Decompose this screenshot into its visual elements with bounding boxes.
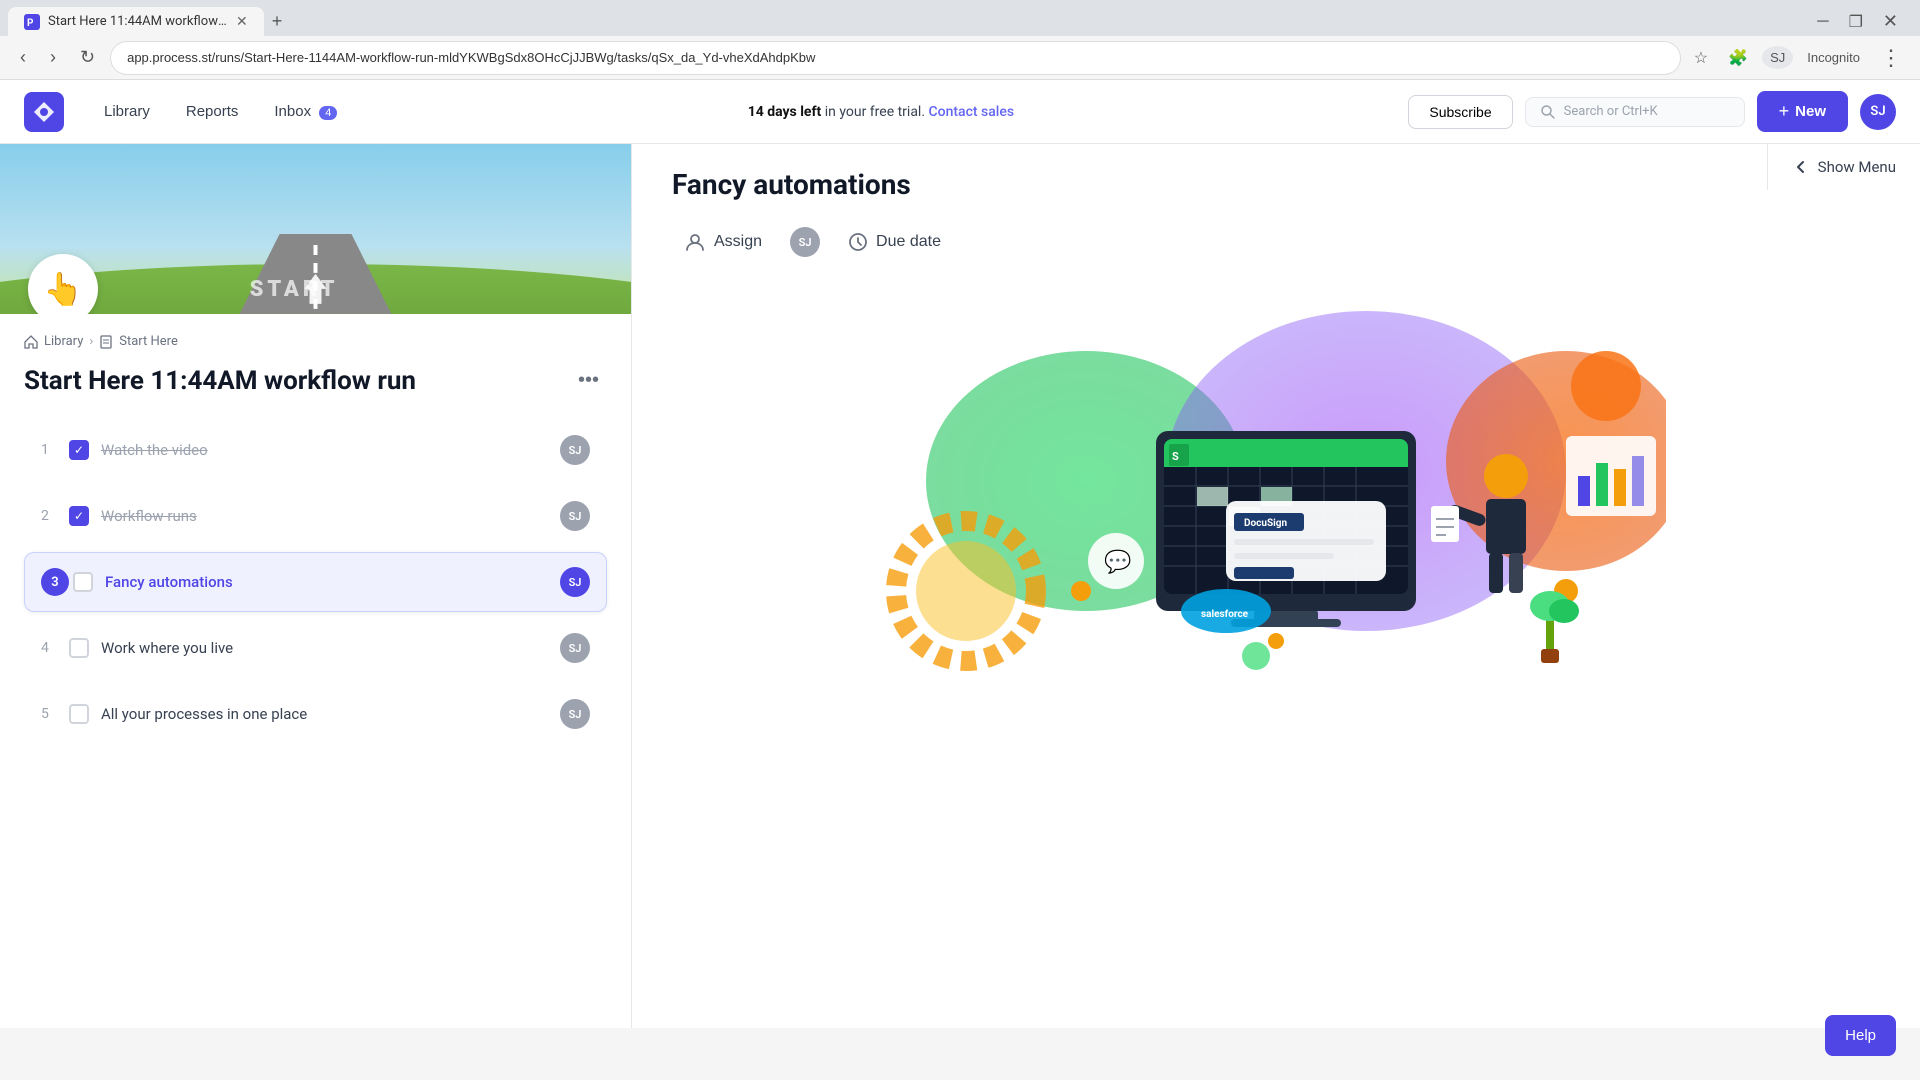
- tab-title: Start Here 11:44AM workflow run...: [48, 14, 228, 29]
- chevron-left-icon: [1792, 158, 1810, 176]
- reload-button[interactable]: ↻: [72, 43, 103, 72]
- task-5-label: All your processes in one place: [101, 705, 552, 723]
- restore-button[interactable]: ❐: [1843, 8, 1869, 36]
- due-date-label: Due date: [876, 233, 941, 251]
- task-item-active[interactable]: 3 Fancy automations SJ: [24, 552, 607, 612]
- right-panel: Show Menu Fancy automations Assign SJ: [632, 144, 1920, 1028]
- incognito-indicator: Incognito: [1801, 46, 1866, 69]
- hero-image: START 👆: [0, 144, 631, 314]
- bookmark-button[interactable]: ☆: [1688, 44, 1714, 72]
- task-4-label: Work where you live: [101, 639, 552, 657]
- tab-bar: P Start Here 11:44AM workflow run... ✕ +…: [0, 0, 1920, 36]
- library-nav-link[interactable]: Library: [88, 95, 166, 128]
- task-1-label: Watch the video: [101, 441, 552, 459]
- show-menu-bar[interactable]: Show Menu: [1767, 144, 1920, 190]
- task-list: 1 Watch the video SJ 2 Workflow runs SJ: [24, 420, 607, 750]
- svg-text:DocuSign: DocuSign: [1244, 518, 1287, 529]
- task-3-avatar: SJ: [560, 567, 590, 597]
- task-item[interactable]: 2 Workflow runs SJ: [24, 486, 607, 546]
- breadcrumb-library-link[interactable]: Library: [44, 334, 83, 349]
- task-3-checkbox[interactable]: [73, 572, 93, 592]
- forward-button[interactable]: ›: [42, 43, 64, 72]
- home-icon: [24, 335, 38, 349]
- task-item[interactable]: 4 Work where you live SJ: [24, 618, 607, 678]
- close-window-button[interactable]: ✕: [1877, 7, 1904, 36]
- logo-icon[interactable]: [24, 92, 64, 132]
- contact-sales-link[interactable]: Contact sales: [929, 104, 1015, 120]
- close-tab-button[interactable]: ✕: [236, 13, 248, 30]
- new-plus-icon: +: [1779, 101, 1790, 122]
- breadcrumb: Library › Start Here: [24, 334, 607, 349]
- show-menu-label: Show Menu: [1818, 158, 1896, 176]
- task-2-checkbox[interactable]: [69, 506, 89, 526]
- assigned-user-avatar: SJ: [790, 227, 820, 257]
- workflow-title-row: Start Here 11:44AM workflow run •••: [24, 365, 607, 396]
- task-meta: Assign SJ Due date: [672, 225, 1880, 259]
- address-bar-row: ‹ › ↻ ☆ 🧩 SJ Incognito ⋮: [0, 36, 1920, 80]
- active-tab[interactable]: P Start Here 11:44AM workflow run... ✕: [8, 7, 264, 36]
- help-button[interactable]: Help: [1825, 1015, 1896, 1056]
- task-1-avatar: SJ: [560, 435, 590, 465]
- trial-bold-text: 14 days left: [748, 104, 822, 120]
- task-item[interactable]: 1 Watch the video SJ: [24, 420, 607, 480]
- right-content: Fancy automations Assign SJ: [632, 144, 1920, 1028]
- back-button[interactable]: ‹: [12, 43, 34, 72]
- task-3-number: 3: [41, 568, 69, 596]
- reports-nav-link[interactable]: Reports: [170, 95, 255, 128]
- illustration-area: S DocuSign 💬 salesforce: [672, 291, 1880, 691]
- avatar[interactable]: SJ: [1860, 94, 1896, 130]
- menu-dots-button[interactable]: ⋮: [1874, 41, 1908, 75]
- assign-label: Assign: [714, 233, 762, 251]
- top-navbar: Library Reports Inbox 4 14 days left in …: [0, 80, 1920, 144]
- search-placeholder: Search or Ctrl+K: [1564, 104, 1658, 119]
- due-date-button[interactable]: Due date: [836, 226, 953, 258]
- favicon-icon: P: [24, 14, 40, 30]
- breadcrumb-separator: ›: [89, 334, 93, 349]
- task-5-avatar: SJ: [560, 699, 590, 729]
- task-2-avatar: SJ: [560, 501, 590, 531]
- svg-text:S: S: [1172, 450, 1179, 463]
- task-3-label: Fancy automations: [105, 573, 552, 591]
- workflow-title: Start Here 11:44AM workflow run: [24, 366, 416, 396]
- subscribe-button[interactable]: Subscribe: [1408, 95, 1512, 129]
- search-icon: [1540, 104, 1556, 120]
- task-1-checkbox[interactable]: [69, 440, 89, 460]
- left-panel: START 👆 Library ›: [0, 144, 632, 1028]
- more-options-button[interactable]: •••: [570, 365, 607, 396]
- address-input[interactable]: [111, 42, 1680, 74]
- extensions-button[interactable]: 🧩: [1722, 44, 1754, 72]
- trial-banner: 14 days left in your free trial. Contact…: [353, 104, 1408, 120]
- task-item[interactable]: 5 All your processes in one place SJ: [24, 684, 607, 744]
- main-content: START 👆 Library ›: [0, 144, 1920, 1028]
- search-box[interactable]: Search or Ctrl+K: [1525, 97, 1745, 127]
- inbox-badge: 4: [319, 106, 337, 120]
- left-content: Library › Start Here Start Here 11:44AM …: [0, 314, 631, 770]
- nav-links: Library Reports Inbox 4: [88, 95, 353, 128]
- minimize-button[interactable]: ─: [1811, 9, 1834, 35]
- breadcrumb-start-link[interactable]: Start Here: [119, 334, 178, 349]
- svg-text:💬: 💬: [1104, 549, 1131, 575]
- task-number: 4: [41, 640, 69, 656]
- new-tab-button[interactable]: +: [264, 7, 291, 36]
- trial-text: in your free trial.: [825, 104, 925, 120]
- task-5-checkbox[interactable]: [69, 704, 89, 724]
- new-button[interactable]: + New: [1757, 91, 1848, 132]
- task-number: 1: [41, 442, 69, 458]
- task-4-avatar: SJ: [560, 633, 590, 663]
- svg-text:salesforce: salesforce: [1201, 609, 1249, 620]
- task-2-label: Workflow runs: [101, 507, 552, 525]
- automation-illustration: S DocuSign 💬 salesforce: [886, 301, 1666, 681]
- inbox-nav-link[interactable]: Inbox 4: [258, 95, 353, 128]
- task-heading: Fancy automations: [672, 168, 1880, 201]
- task-number: 5: [41, 706, 69, 722]
- svg-text:START: START: [250, 277, 339, 302]
- svg-text:P: P: [27, 18, 34, 29]
- profile-button[interactable]: SJ: [1762, 46, 1793, 69]
- assign-button[interactable]: Assign: [672, 225, 774, 259]
- page-icon: [99, 335, 113, 349]
- clock-icon: [848, 232, 868, 252]
- task-4-checkbox[interactable]: [69, 638, 89, 658]
- person-icon: [684, 231, 706, 253]
- task-number: 2: [41, 508, 69, 524]
